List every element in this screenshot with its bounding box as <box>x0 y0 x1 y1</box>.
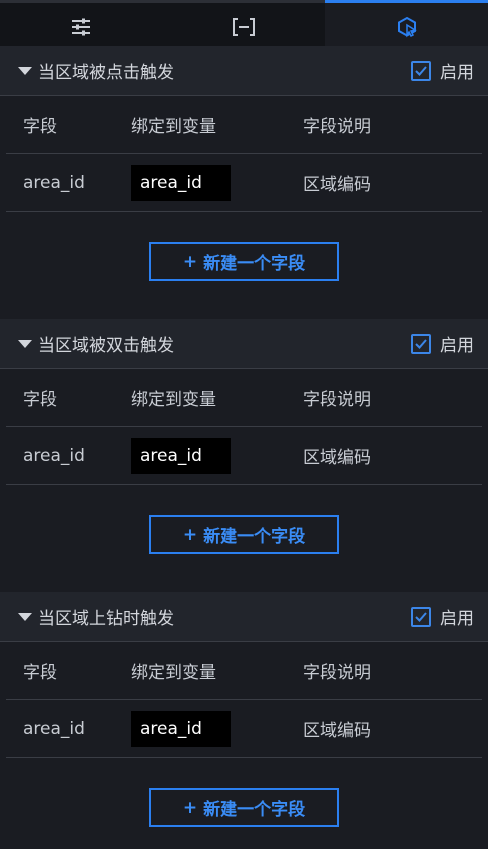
enable-toggle[interactable]: 启用 <box>411 58 474 83</box>
enable-label: 启用 <box>440 63 474 83</box>
tab-interaction-settings[interactable] <box>325 0 488 50</box>
caret-down-icon[interactable] <box>18 339 32 348</box>
section-title: 当区域被双击触发 <box>38 336 174 356</box>
field-description: 区域编码 <box>303 175 371 195</box>
section-title: 当区域上钻时触发 <box>38 609 174 629</box>
caret-down-icon[interactable] <box>18 612 32 621</box>
check-icon <box>415 338 427 349</box>
plus-icon: + <box>182 251 198 272</box>
enable-checkbox[interactable] <box>411 333 431 354</box>
table-row: area_id area_id 区域编码 <box>6 154 482 212</box>
event-section: 当区域被点击触发 启用 字段 绑定到变量 字段说明 area_id area_i <box>0 46 488 311</box>
column-header-field: 字段 <box>23 390 57 410</box>
table-header-row: 字段 绑定到变量 字段说明 <box>6 642 482 700</box>
section-title: 当区域被点击触发 <box>38 63 174 83</box>
column-header-desc: 字段说明 <box>303 663 371 683</box>
enable-checkbox[interactable] <box>411 60 431 81</box>
field-name: area_id <box>23 445 85 466</box>
field-description: 区域编码 <box>303 721 371 741</box>
add-field-button[interactable]: + 新建一个字段 <box>149 515 339 554</box>
column-header-desc: 字段说明 <box>303 390 371 410</box>
variable-input[interactable]: area_id <box>131 437 231 474</box>
add-field-button[interactable]: + 新建一个字段 <box>149 788 339 827</box>
section-header[interactable]: 当区域被点击触发 启用 <box>0 46 488 96</box>
field-description: 区域编码 <box>303 448 371 468</box>
section-header[interactable]: 当区域上钻时触发 启用 <box>0 592 488 642</box>
field-table: 字段 绑定到变量 字段说明 area_id area_id 区域编码 <box>6 96 482 212</box>
table-header-row: 字段 绑定到变量 字段说明 <box>6 369 482 427</box>
field-table: 字段 绑定到变量 字段说明 area_id area_id 区域编码 <box>6 369 482 485</box>
enable-label: 启用 <box>440 609 474 629</box>
tab-style-settings[interactable] <box>0 3 163 50</box>
column-header-desc: 字段说明 <box>303 117 371 137</box>
event-section: 当区域上钻时触发 启用 字段 绑定到变量 字段说明 area_id area_i <box>0 592 488 849</box>
plus-icon: + <box>182 524 198 545</box>
plus-icon: + <box>182 797 198 818</box>
add-field-label: 新建一个字段 <box>203 527 306 547</box>
enable-toggle[interactable]: 启用 <box>411 604 474 629</box>
sliders-icon <box>70 17 92 37</box>
panel-tabs <box>0 0 488 50</box>
field-name: area_id <box>23 172 85 193</box>
enable-label: 启用 <box>440 336 474 356</box>
add-field-label: 新建一个字段 <box>203 254 306 274</box>
section-header[interactable]: 当区域被双击触发 启用 <box>0 319 488 369</box>
add-field-label: 新建一个字段 <box>203 800 306 820</box>
check-icon <box>415 611 427 622</box>
field-table: 字段 绑定到变量 字段说明 area_id area_id 区域编码 <box>6 642 482 758</box>
enable-toggle[interactable]: 启用 <box>411 331 474 356</box>
add-field-button[interactable]: + 新建一个字段 <box>149 242 339 281</box>
variable-input[interactable]: area_id <box>131 164 231 201</box>
variable-input[interactable]: area_id <box>131 710 231 747</box>
table-header-row: 字段 绑定到变量 字段说明 <box>6 96 482 154</box>
table-row: area_id area_id 区域编码 <box>6 427 482 485</box>
field-name: area_id <box>23 718 85 739</box>
column-header-variable: 绑定到变量 <box>131 390 216 410</box>
interaction-icon <box>396 16 418 38</box>
column-header-field: 字段 <box>23 663 57 683</box>
bracket-minus-icon <box>232 17 256 37</box>
enable-checkbox[interactable] <box>411 606 431 627</box>
column-header-variable: 绑定到变量 <box>131 117 216 137</box>
caret-down-icon[interactable] <box>18 66 32 75</box>
table-row: area_id area_id 区域编码 <box>6 700 482 758</box>
tab-data-settings[interactable] <box>163 3 326 50</box>
event-section: 当区域被双击触发 启用 字段 绑定到变量 字段说明 area_id area_i <box>0 319 488 584</box>
check-icon <box>415 65 427 76</box>
column-header-variable: 绑定到变量 <box>131 663 216 683</box>
column-header-field: 字段 <box>23 117 57 137</box>
